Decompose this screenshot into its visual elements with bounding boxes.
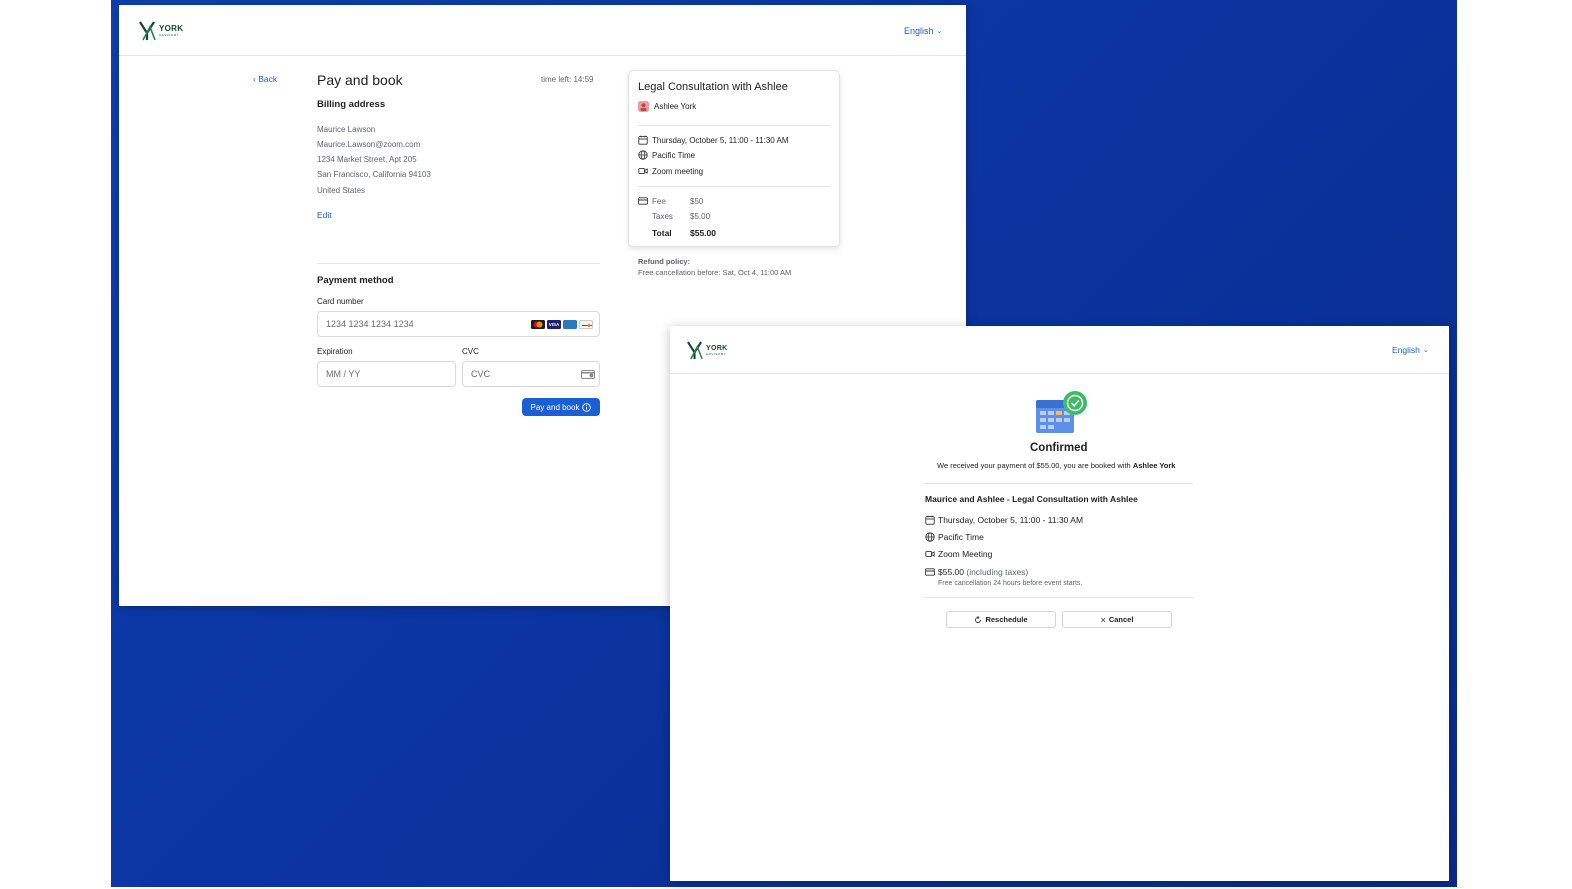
section-divider bbox=[317, 263, 600, 264]
confirmed-price-note: (including taxes) bbox=[964, 567, 1029, 577]
fee-value: $50 bbox=[690, 197, 704, 206]
language-selector[interactable]: English ⌄ bbox=[1392, 345, 1429, 355]
confirmed-event-title: Maurice and Ashlee - Legal Consultation … bbox=[925, 494, 1138, 504]
york-logo[interactable]: YORK ADVISORY bbox=[687, 341, 727, 360]
visa-icon: VISA bbox=[547, 320, 561, 329]
expiration-label: Expiration bbox=[317, 347, 353, 356]
total-value: $55.00 bbox=[690, 228, 716, 238]
billing-country: United States bbox=[317, 186, 366, 195]
york-logo-mark-icon bbox=[687, 341, 703, 360]
calendar-icon bbox=[925, 515, 935, 525]
expiration-input[interactable]: MM / YY bbox=[317, 361, 456, 387]
credit-card-icon bbox=[638, 197, 648, 205]
amex-icon bbox=[563, 320, 577, 329]
calendar-icon bbox=[638, 135, 648, 145]
video-camera-icon bbox=[638, 168, 648, 174]
confirmation-message-text: We received your payment of $55.00, you … bbox=[937, 461, 1133, 470]
cvc-label: CVC bbox=[462, 347, 479, 356]
confirmed-timezone: Pacific Time bbox=[938, 532, 984, 542]
cancel-button[interactable]: × Cancel bbox=[1062, 611, 1172, 628]
close-icon: × bbox=[1100, 614, 1106, 625]
cvc-input[interactable]: CVC bbox=[462, 361, 600, 387]
info-icon bbox=[582, 402, 592, 412]
chevron-left-icon: ‹ bbox=[253, 74, 256, 84]
refund-policy-heading: Refund policy: bbox=[638, 257, 691, 266]
cvc-placeholder: CVC bbox=[471, 369, 491, 379]
globe-icon bbox=[638, 150, 648, 160]
brand-name: YORK bbox=[706, 345, 728, 352]
pay-and-book-button[interactable]: Pay and book bbox=[522, 398, 600, 416]
back-link[interactable]: ‹ Back bbox=[253, 74, 277, 84]
back-label: Back bbox=[258, 74, 278, 84]
countdown-timer: time left: 14:59 bbox=[541, 75, 594, 84]
brand-tagline: ADVISORY bbox=[159, 33, 180, 37]
calendar-confirmed-illustration-icon bbox=[1036, 391, 1087, 433]
card-divider bbox=[638, 186, 831, 187]
card-number-placeholder: 1234 1234 1234 1234 bbox=[326, 319, 414, 329]
event-title: Legal Consultation with Ashlee bbox=[638, 81, 788, 93]
page-title: Pay and book bbox=[317, 72, 403, 88]
brand-tagline: ADVISORY bbox=[706, 352, 727, 356]
billing-heading: Billing address bbox=[317, 99, 386, 110]
cancellation-note: Free cancellation 24 hours before event … bbox=[938, 580, 1083, 587]
event-datetime: Thursday, October 5, 11:00 - 11:30 AM bbox=[652, 136, 789, 145]
confirmed-location: Zoom Meeting bbox=[938, 549, 993, 559]
cvc-card-icon bbox=[581, 370, 595, 379]
section-divider bbox=[924, 483, 1193, 484]
event-timezone: Pacific Time bbox=[652, 151, 696, 160]
header-bar: YORK ADVISORY English ⌄ bbox=[119, 5, 966, 56]
credit-card-icon bbox=[925, 568, 935, 576]
host-name: Ashlee York bbox=[654, 102, 697, 111]
reschedule-button[interactable]: Reschedule bbox=[946, 611, 1056, 628]
mastercard-icon bbox=[531, 320, 545, 329]
york-logo[interactable]: YORK ADVISORY bbox=[139, 21, 183, 41]
card-divider bbox=[638, 125, 831, 126]
reschedule-icon bbox=[975, 615, 982, 623]
confirmed-price: $55.00 (including taxes) bbox=[938, 567, 1028, 577]
language-label: English bbox=[904, 26, 934, 36]
taxes-label: Taxes bbox=[652, 212, 673, 221]
language-label: English bbox=[1392, 345, 1420, 355]
chevron-down-icon: ⌄ bbox=[1422, 347, 1429, 354]
host-avatar bbox=[638, 101, 649, 112]
discover-icon bbox=[579, 320, 593, 329]
payment-heading: Payment method bbox=[317, 275, 394, 286]
pay-and-book-label: Pay and book bbox=[530, 402, 580, 412]
globe-icon bbox=[925, 532, 935, 542]
card-number-input[interactable]: 1234 1234 1234 1234 VISA bbox=[317, 311, 600, 337]
brand-name: YORK bbox=[159, 24, 184, 33]
refund-policy-text: Free cancellation before: Sat, Oct 4, 11… bbox=[638, 268, 792, 277]
reschedule-label: Reschedule bbox=[985, 615, 1028, 624]
header-bar: YORK ADVISORY English ⌄ bbox=[670, 326, 1449, 374]
confirmed-datetime: Thursday, October 5, 11:00 - 11:30 AM bbox=[938, 515, 1084, 525]
confirmation-window: YORK ADVISORY English ⌄ Confirmed We rec… bbox=[670, 326, 1449, 881]
billing-street: 1234 Market Street, Apt 205 bbox=[317, 155, 417, 164]
billing-name: Maurice Lawson bbox=[317, 125, 376, 134]
confirmation-host-name: Ashlee York bbox=[1132, 461, 1176, 470]
billing-city: San Francisco, California 94103 bbox=[317, 170, 431, 179]
edit-billing-link[interactable]: Edit bbox=[317, 210, 332, 220]
cancel-label: Cancel bbox=[1108, 615, 1134, 624]
booking-summary-card: Legal Consultation with Ashlee Ashlee Yo… bbox=[628, 70, 840, 247]
language-selector[interactable]: English ⌄ bbox=[904, 26, 942, 36]
video-camera-icon bbox=[925, 551, 935, 557]
total-label: Total bbox=[652, 228, 672, 238]
expiration-placeholder: MM / YY bbox=[326, 369, 361, 379]
billing-email: Maurice.Lawson@zoom.com bbox=[317, 140, 421, 149]
fee-label: Fee bbox=[652, 197, 666, 206]
confirmed-title: Confirmed bbox=[1030, 442, 1088, 454]
chevron-down-icon: ⌄ bbox=[936, 28, 943, 35]
event-location: Zoom meeting bbox=[652, 167, 704, 176]
section-divider bbox=[924, 597, 1193, 598]
york-logo-mark-icon bbox=[139, 21, 156, 41]
confirmed-price-value: $55.00 bbox=[938, 567, 964, 577]
card-number-label: Card number bbox=[317, 297, 364, 306]
taxes-value: $5.00 bbox=[690, 212, 711, 221]
confirmation-message: We received your payment of $55.00, you … bbox=[937, 461, 1175, 470]
